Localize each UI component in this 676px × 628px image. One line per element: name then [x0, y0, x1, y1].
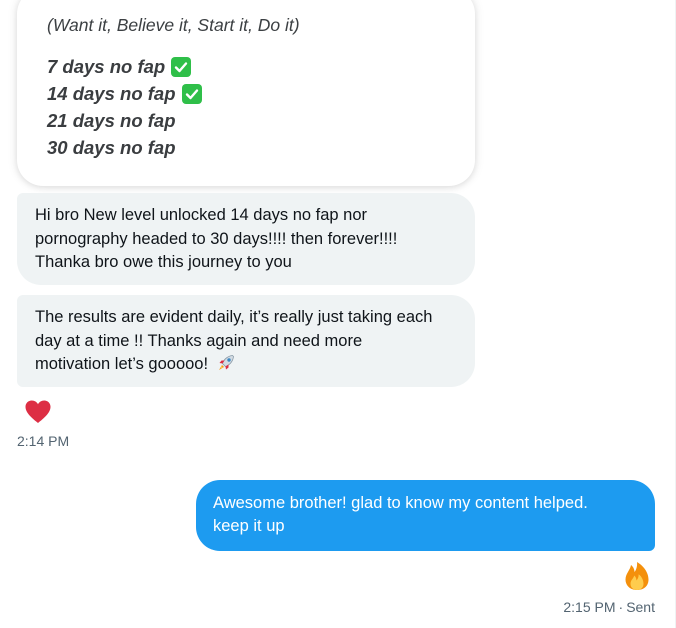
message-text-line: Hi bro New level unlocked 14 days no fap…: [35, 206, 368, 224]
checklist-item-text: 21 days no fap: [47, 110, 176, 131]
message-text-line: Awesome brother! glad to know my content…: [213, 494, 588, 512]
checklist-item: 30 days no fap: [47, 137, 176, 159]
received-message-bubble[interactable]: Hi bro New level unlocked 14 days no fap…: [17, 193, 475, 285]
checklist-item: 21 days no fap: [47, 110, 176, 132]
sent-status: Sent: [626, 599, 655, 615]
received-message-bubble[interactable]: The results are evident daily, it’s real…: [17, 295, 475, 387]
card-quote: (Want it, Believe it, Start it, Do it): [47, 15, 300, 35]
message-text-line: day at a time !! Thanks again and need m…: [35, 331, 363, 350]
check-mark-icon: [181, 84, 202, 104]
shared-checklist-card[interactable]: (Want it, Believe it, Start it, Do it) 7…: [17, 0, 475, 186]
rocket-icon: [216, 353, 236, 381]
sent-status-line: 2:15 PM · Sent: [563, 599, 655, 615]
checklist-item: 7 days no fap: [47, 56, 192, 78]
checklist-item: 14 days no fap: [47, 83, 202, 105]
checklist-item-text: 30 days no fap: [47, 137, 176, 158]
message-text: motivation let’s gooooo!: [35, 355, 209, 373]
heart-reaction-icon[interactable]: [24, 399, 52, 425]
message-text-line: keep it up: [213, 517, 285, 535]
sent-timestamp: 2:15 PM: [563, 599, 616, 615]
checklist-item-text: 14 days no fap: [47, 83, 176, 104]
check-mark-icon: [171, 57, 192, 77]
separator-dot: ·: [618, 599, 624, 615]
received-timestamp: 2:14 PM: [17, 433, 70, 449]
message-text-line: Thanka bro owe this journey to you: [35, 253, 292, 271]
message-text-line: The results are evident daily, it’s real…: [35, 308, 433, 326]
fire-reaction-icon[interactable]: [623, 561, 651, 591]
message-text-line: motivation let’s gooooo!: [35, 353, 457, 381]
checklist-item-text: 7 days no fap: [47, 56, 166, 77]
sent-message-bubble[interactable]: Awesome brother! glad to know my content…: [196, 480, 655, 551]
message-text-line: pornography headed to 30 days!!!! then f…: [35, 229, 398, 248]
